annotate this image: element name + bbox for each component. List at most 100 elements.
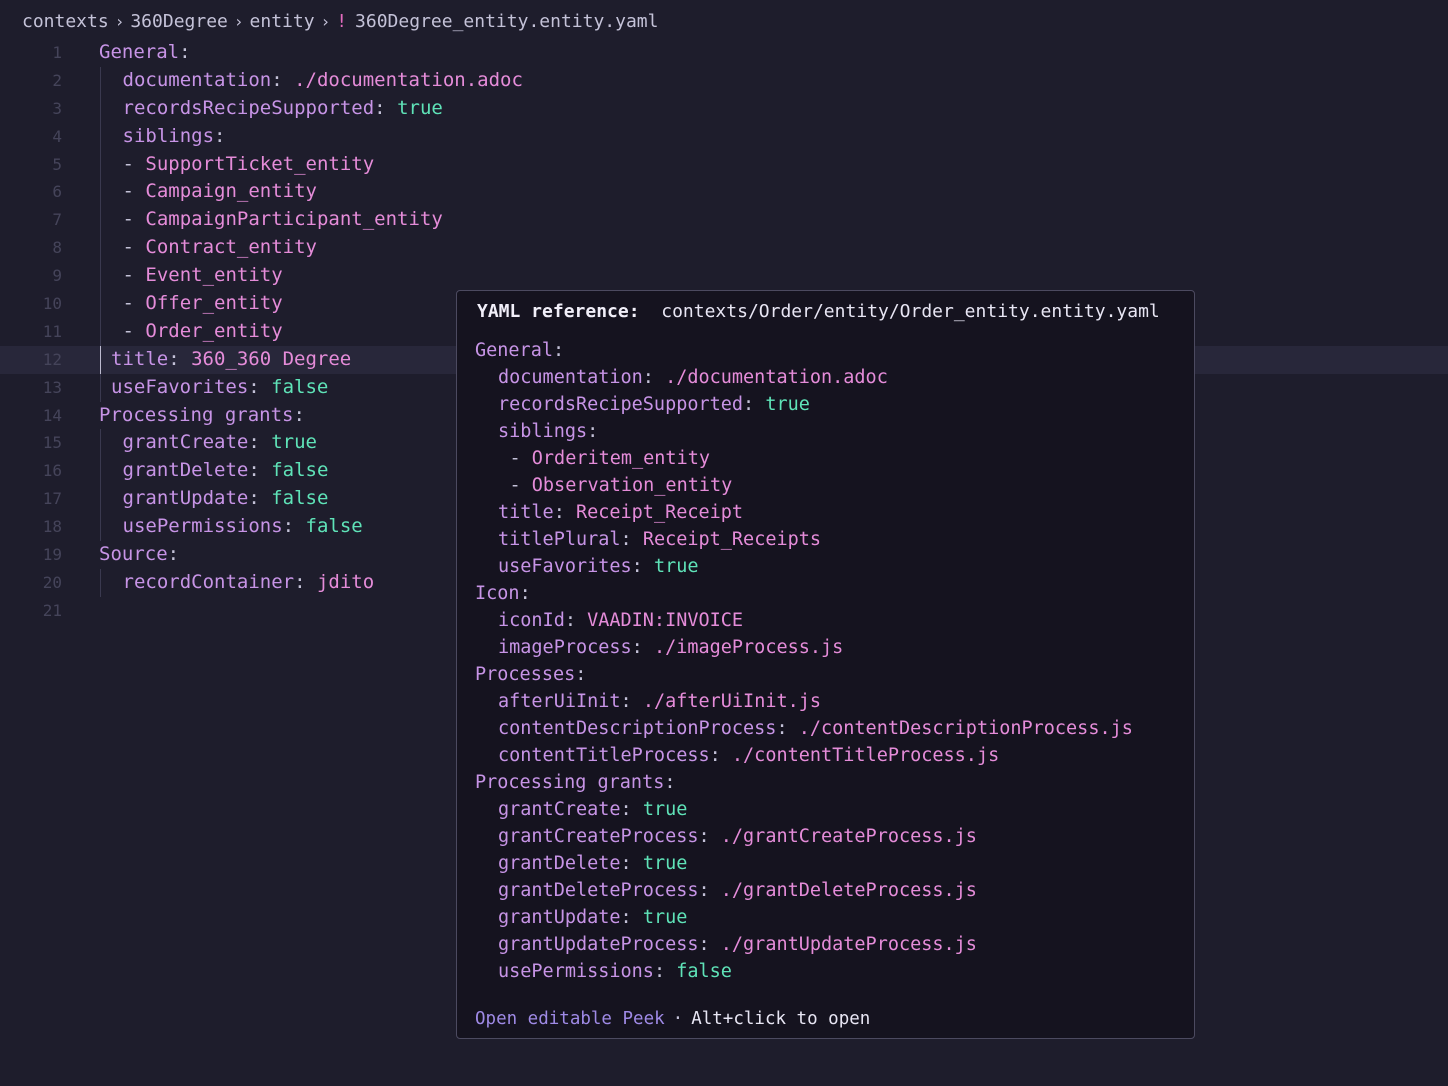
code-line[interactable]: 1 General:	[0, 39, 1448, 67]
yaml-key: grantUpdate	[122, 487, 249, 510]
yaml-punctuation: :	[179, 41, 191, 63]
yaml-punctuation: :	[587, 421, 599, 442]
yaml-value: 360_360 Degree	[191, 347, 352, 370]
hover-yaml-line: imageProcess: ./imageProcess.js	[475, 634, 1133, 661]
yaml-value: true	[653, 556, 699, 577]
yaml-key: grantCreate	[122, 431, 249, 454]
yaml-punctuation: :	[620, 907, 643, 928]
yaml-punctuation: :	[743, 394, 766, 415]
yaml-punctuation: :	[631, 556, 654, 577]
yaml-value: ./grantCreateProcess.js	[720, 826, 977, 847]
yaml-punctuation: -	[509, 475, 532, 496]
hover-yaml-preview: General: documentation: ./documentation.a…	[475, 337, 1133, 985]
code-text: documentation: ./documentation.adoc	[99, 67, 523, 95]
yaml-key: contentTitleProcess	[498, 745, 710, 766]
yaml-key: siblings	[498, 421, 588, 442]
yaml-key: imageProcess	[498, 637, 632, 658]
breadcrumb-item-file[interactable]: 360Degree_entity.entity.yaml	[355, 11, 658, 32]
yaml-punctuation: -	[122, 236, 146, 259]
line-number: 10	[42, 294, 62, 314]
line-number: 2	[52, 70, 62, 90]
code-line[interactable]: 2 documentation: ./documentation.adoc	[0, 66, 1448, 95]
yaml-key: usePermissions	[122, 515, 283, 538]
hover-yaml-line: Icon:	[475, 580, 1133, 607]
line-number: 20	[42, 572, 62, 592]
hover-yaml-line: usePermissions: false	[475, 958, 1133, 985]
hover-yaml-line: iconId: VAADIN:INVOICE	[475, 607, 1133, 634]
code-text: - CampaignParticipant_entity	[99, 206, 443, 234]
hover-yaml-line: - Observation_entity	[475, 472, 1133, 499]
yaml-value: true	[642, 853, 688, 874]
yaml-key: title	[111, 347, 169, 370]
yaml-punctuation: :	[248, 487, 272, 510]
yaml-value: ./grantUpdateProcess.js	[720, 934, 977, 955]
yaml-key: recordsRecipeSupported	[498, 394, 744, 415]
yaml-value: VAADIN:INVOICE	[587, 610, 744, 631]
yaml-value: ./grantDeleteProcess.js	[720, 880, 977, 901]
code-line[interactable]: 7 - CampaignParticipant_entity	[0, 206, 1448, 235]
footer-separator: ·	[672, 1009, 684, 1029]
yaml-value: Offer_entity	[145, 292, 283, 315]
code-text: recordsRecipeSupported: true	[99, 95, 443, 123]
yaml-punctuation: :	[293, 403, 305, 426]
code-text: General:	[99, 39, 191, 67]
code-line[interactable]: 6 - Campaign_entity	[0, 178, 1448, 207]
yaml-value: Campaign_entity	[145, 180, 317, 203]
hover-header: YAML reference: contexts/Order/entity/Or…	[477, 299, 1160, 325]
line-number: 11	[42, 321, 62, 341]
line-number: 15	[42, 433, 62, 453]
yaml-punctuation: :	[374, 96, 398, 119]
yaml-value: Orderitem_entity	[531, 448, 710, 469]
yaml-value: jdito	[316, 570, 375, 593]
hover-yaml-line: General:	[475, 337, 1133, 364]
yaml-punctuation: :	[214, 124, 226, 147]
breadcrumb-item-360degree[interactable]: 360Degree	[130, 11, 228, 32]
yaml-punctuation: :	[248, 375, 272, 398]
open-editable-peek-link[interactable]: Open editable Peek	[475, 1009, 665, 1029]
hover-yaml-line: grantDelete: true	[475, 850, 1133, 877]
yaml-key: afterUiInit	[498, 691, 621, 712]
yaml-value: ./documentation.adoc	[294, 68, 523, 91]
yaml-key: recordsRecipeSupported	[122, 96, 375, 119]
yaml-value: false	[271, 459, 329, 482]
hover-reference-path[interactable]: contexts/Order/entity/Order_entity.entit…	[661, 301, 1160, 322]
yaml-punctuation: :	[552, 340, 565, 361]
code-line[interactable]: 8 - Contract_entity	[0, 234, 1448, 263]
yaml-value: false	[271, 487, 329, 510]
code-text: recordContainer: jdito	[99, 569, 375, 597]
hover-yaml-line: siblings:	[475, 418, 1133, 445]
yaml-key: grantUpdateProcess	[498, 934, 699, 955]
yaml-key: General	[99, 41, 180, 63]
yaml-key: iconId	[498, 610, 565, 631]
yaml-punctuation: :	[553, 502, 576, 523]
yaml-key: grantDelete	[498, 853, 621, 874]
hover-footer: Open editable Peek · Alt+click to open	[475, 1006, 870, 1032]
yaml-key: useFavorites	[111, 375, 249, 398]
yaml-punctuation: -	[122, 152, 146, 175]
line-number: 13	[42, 377, 62, 397]
yaml-key: documentation	[122, 68, 272, 91]
alt-click-hint: Alt+click to open	[691, 1009, 871, 1029]
breadcrumb-item-contexts[interactable]: contexts	[22, 11, 109, 32]
breadcrumb-item-entity[interactable]: entity	[250, 11, 315, 32]
code-text: siblings:	[99, 123, 226, 151]
code-line[interactable]: 3 recordsRecipeSupported: true	[0, 94, 1448, 123]
code-line[interactable]: 5 - SupportTicket_entity	[0, 150, 1448, 179]
code-text: - Contract_entity	[99, 234, 317, 262]
hover-label: YAML reference:	[477, 301, 640, 322]
code-line[interactable]: 4 siblings:	[0, 122, 1448, 151]
hover-yaml-line: grantCreate: true	[475, 796, 1133, 823]
line-number: 18	[42, 517, 62, 537]
hover-yaml-line: title: Receipt_Receipt	[475, 499, 1133, 526]
chevron-right-icon: ›	[320, 12, 331, 31]
breadcrumb: contexts › 360Degree › entity ›! 360Degree_ent…	[22, 9, 658, 35]
yaml-punctuation: -	[122, 264, 146, 287]
code-line[interactable]: 9 - Event_entity	[0, 262, 1448, 291]
yaml-value: CampaignParticipant_entity	[145, 208, 443, 231]
hover-yaml-line: Processes:	[475, 661, 1133, 688]
yaml-punctuation: :	[248, 431, 272, 454]
yaml-value: Event_entity	[145, 264, 283, 287]
yaml-key: General	[475, 340, 553, 361]
yaml-punctuation: :	[575, 664, 587, 685]
hover-yaml-line: contentTitleProcess: ./contentTitleProce…	[475, 742, 1133, 769]
